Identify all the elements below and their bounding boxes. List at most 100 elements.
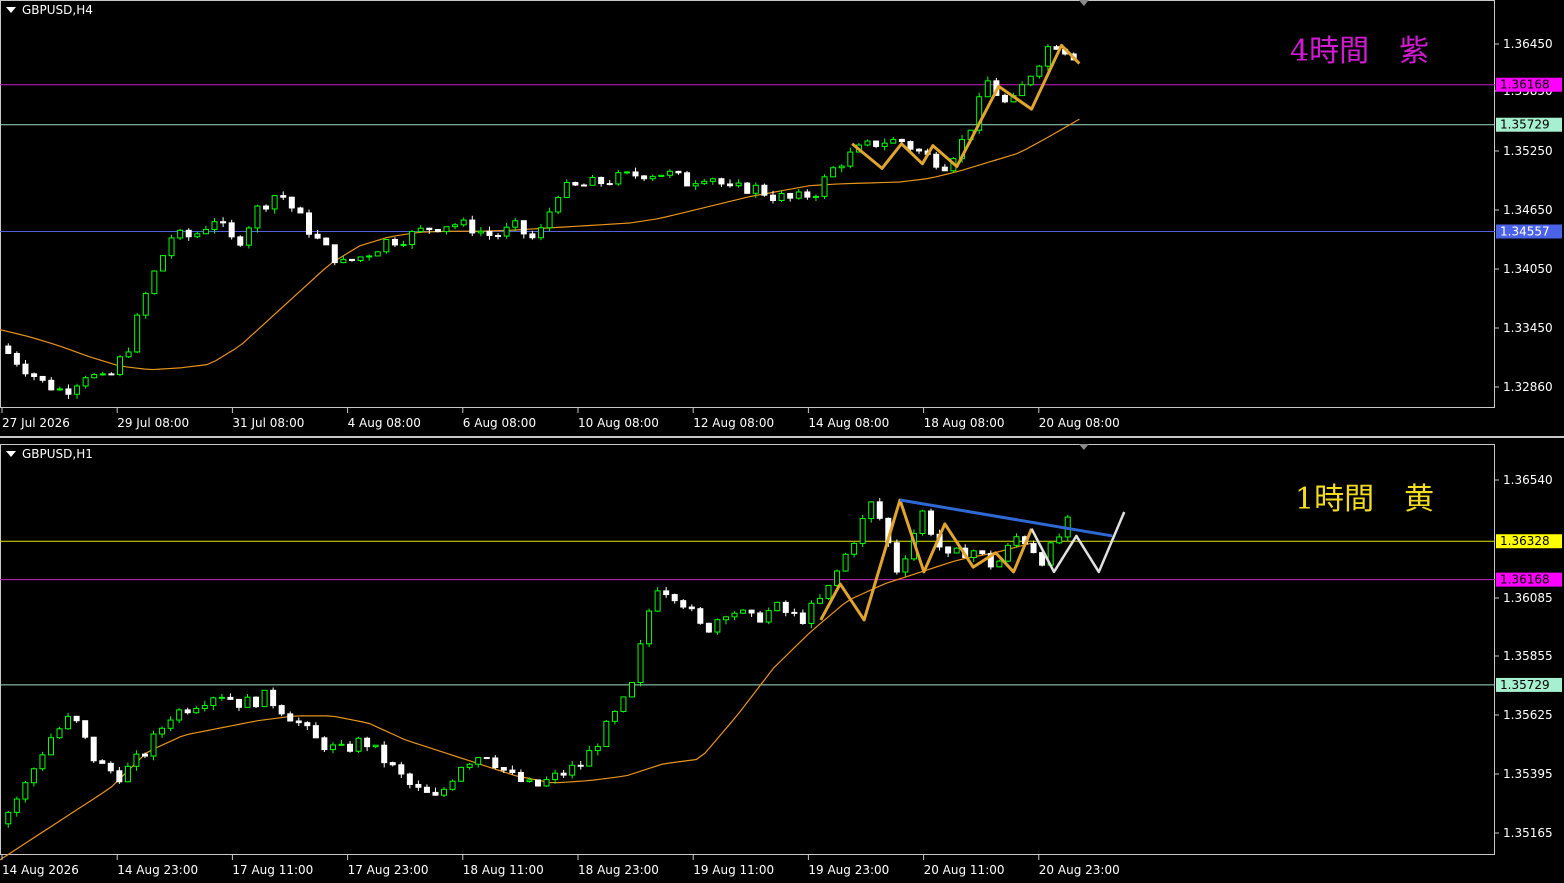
candle-body (868, 501, 875, 520)
candle-body (512, 220, 519, 228)
y-tick-label: 1.35250 (1503, 144, 1553, 158)
candle-body (443, 226, 450, 233)
candle-body (452, 224, 459, 228)
h4-symbol-text: GBPUSD,H4 (22, 3, 93, 17)
candle-body (851, 542, 858, 555)
candle-body (108, 373, 115, 376)
candle-body (417, 227, 424, 233)
candle-body (48, 379, 55, 391)
h1-chart-panel[interactable]: 1.36540 1.36085 1.35855 1.35625 1.35395 1.351… (0, 444, 1564, 883)
candle-body (220, 221, 227, 224)
candle-body (663, 590, 670, 596)
candle-body (953, 547, 960, 554)
candle-body (1030, 543, 1037, 554)
y-tick-label: 1.35855 (1503, 649, 1553, 663)
y-tick-label: 1.35165 (1503, 826, 1553, 840)
candle-body (124, 765, 131, 783)
panel-divider[interactable] (0, 436, 1564, 444)
candle-body (671, 594, 678, 602)
candle-body (400, 243, 407, 246)
candle-body (526, 779, 533, 782)
candle-body (193, 708, 200, 714)
candle-body (125, 351, 132, 358)
candle-body (65, 388, 72, 395)
dropdown-triangle-icon[interactable] (6, 451, 16, 457)
candle-body (434, 229, 441, 233)
candle-body (306, 212, 313, 235)
candle-body (295, 720, 302, 724)
candle-body (406, 773, 413, 785)
candle-body (22, 782, 29, 800)
candle-body (902, 558, 909, 573)
x-tick-label: 14 Aug 2026 (2, 863, 79, 877)
candle-body (329, 744, 336, 751)
candle-body (795, 191, 802, 199)
candle-body (22, 363, 29, 375)
candle-body (816, 597, 823, 604)
candle-body (623, 171, 630, 174)
h4-chart-panel[interactable]: 1.364501.358501.352501.346501.340501.334… (0, 0, 1564, 436)
candle-body (893, 542, 900, 573)
y-tick-label: 1.36450 (1503, 37, 1553, 51)
candle-body (615, 172, 622, 185)
x-tick-label: 19 Aug 23:00 (808, 863, 889, 877)
candle-body (916, 148, 923, 152)
candle-body (611, 710, 618, 722)
candle-body (228, 222, 235, 238)
candle-body (364, 737, 371, 748)
candle-body (769, 194, 776, 201)
dropdown-triangle-icon[interactable] (6, 7, 16, 13)
y-tick-label: 1.36540 (1503, 473, 1553, 487)
candle-body (945, 546, 952, 554)
shift-marker-icon (1078, 444, 1089, 450)
candle-body (580, 184, 587, 187)
candle-body (594, 746, 601, 752)
candle-body (271, 195, 278, 210)
candle-body (637, 643, 644, 683)
candle-body (812, 195, 819, 198)
candle-body (1027, 75, 1034, 86)
candle-body (744, 182, 751, 194)
x-tick-label: 12 Aug 08:00 (693, 416, 774, 430)
candle-body (218, 696, 225, 699)
price-tag-label: 1.35729 (1500, 678, 1550, 692)
candle-body (253, 696, 260, 708)
candle-body (933, 153, 940, 168)
candle-body (426, 227, 433, 231)
candle-body (312, 725, 319, 739)
candle-body (538, 227, 544, 239)
x-tick-label: 18 Aug 11:00 (463, 863, 544, 877)
candle-body (237, 236, 244, 246)
candle-body (184, 709, 191, 714)
price-tag-label: 1.35729 (1500, 118, 1550, 132)
candle-body (735, 182, 742, 187)
candle-body (142, 293, 149, 316)
candle-body (107, 762, 114, 772)
candle-body (460, 219, 467, 226)
candle-body (722, 616, 729, 621)
candle-body (996, 560, 1003, 568)
candle-body (907, 141, 914, 150)
candle-body (727, 183, 734, 187)
candle-body (254, 205, 261, 229)
candle-body (176, 709, 183, 721)
candle-body (718, 178, 725, 185)
candle-body (546, 211, 553, 229)
candle-body (791, 611, 798, 614)
candle-body (415, 783, 422, 788)
price-tag-label: 1.36168 (1500, 573, 1550, 587)
candle-body (830, 167, 837, 178)
x-tick-label: 4 Aug 08:00 (348, 416, 421, 430)
candle-body (666, 170, 673, 176)
candle-body (520, 220, 527, 235)
candle-body (1004, 544, 1011, 562)
y-tick-label: 1.34050 (1503, 262, 1553, 276)
candle-body (680, 600, 687, 608)
x-tick-label: 6 Aug 08:00 (463, 416, 536, 430)
candle-body (82, 720, 89, 738)
candle-body (1036, 65, 1043, 77)
candle-body (1056, 536, 1063, 544)
candle-body (39, 375, 46, 381)
candle-body (572, 181, 579, 186)
candle-body (752, 184, 759, 194)
